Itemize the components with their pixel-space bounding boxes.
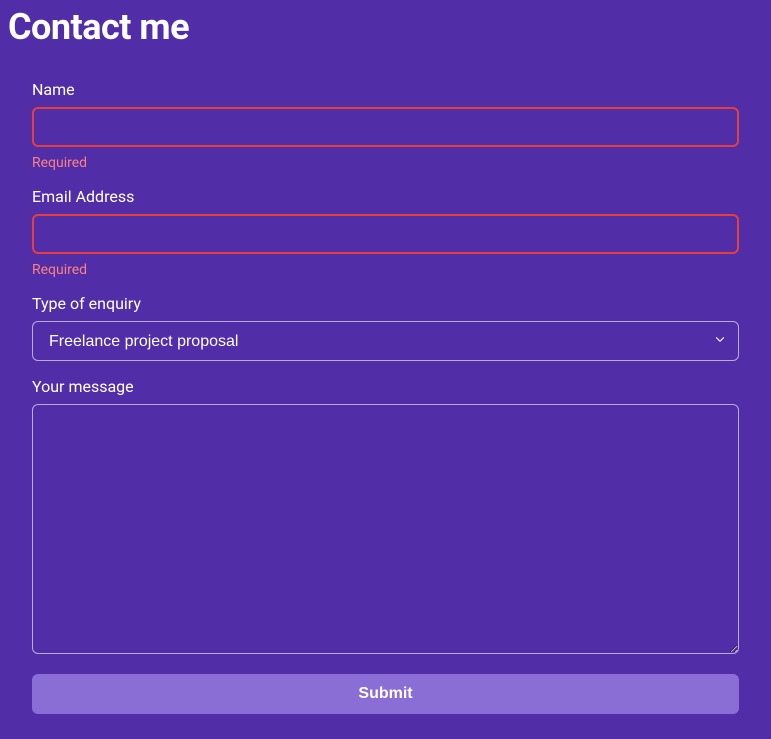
name-group: Name Required <box>32 80 739 171</box>
email-group: Email Address Required <box>32 187 739 278</box>
submit-button[interactable]: Submit <box>32 674 739 714</box>
page-title: Contact me <box>8 6 763 48</box>
name-label: Name <box>32 80 739 99</box>
enquiry-type-select[interactable]: Freelance project proposal <box>32 321 739 361</box>
name-input[interactable] <box>32 107 739 147</box>
enquiry-type-group: Type of enquiry Freelance project propos… <box>32 294 739 361</box>
enquiry-type-label: Type of enquiry <box>32 294 739 313</box>
email-label: Email Address <box>32 187 739 206</box>
email-error: Required <box>32 262 739 278</box>
message-textarea[interactable] <box>32 404 739 654</box>
contact-form: Name Required Email Address Required Typ… <box>8 80 763 714</box>
message-group: Your message <box>32 377 739 654</box>
name-error: Required <box>32 155 739 171</box>
email-input[interactable] <box>32 214 739 254</box>
message-label: Your message <box>32 377 739 396</box>
enquiry-select-wrapper: Freelance project proposal <box>32 321 739 361</box>
